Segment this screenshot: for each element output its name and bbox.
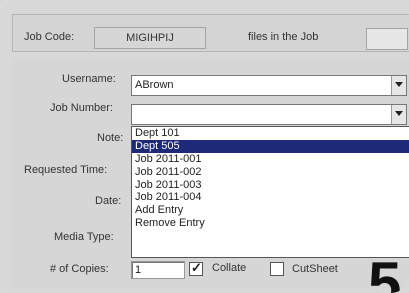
files-in-job-label: files in the Job: [248, 31, 319, 43]
job-number-dropdown-list[interactable]: Dept 101 Dept 505 Job 2011-001 Job 2011-…: [131, 126, 409, 258]
list-item[interactable]: Job 2011-002: [132, 166, 409, 179]
job-number-dropdown-arrow-icon[interactable]: [391, 105, 406, 124]
copies-label: # of Copies:: [50, 263, 109, 275]
screen-photo: Job Code: MIGIHPIJ files in the Job User…: [0, 0, 409, 293]
job-number-label: Job Number:: [50, 102, 113, 114]
requested-time-label: Requested Time:: [24, 164, 108, 176]
cutsheet-checkbox[interactable]: [270, 262, 284, 276]
job-code-label: Job Code:: [24, 31, 75, 43]
media-type-label: Media Type:: [54, 231, 114, 243]
username-combo[interactable]: ABrown: [131, 75, 407, 96]
list-item-selected[interactable]: Dept 505: [132, 139, 409, 153]
job-code-field: MIGIHPIJ: [94, 27, 206, 49]
job-number-combo[interactable]: [131, 104, 407, 125]
copies-value: 1: [135, 264, 142, 276]
list-item[interactable]: Job 2011-001: [132, 153, 409, 166]
cutsheet-label: CutSheet: [292, 263, 338, 275]
list-item[interactable]: Job 2011-003: [132, 179, 409, 192]
username-label: Username:: [62, 73, 116, 85]
checkmark-icon: ✓: [191, 260, 202, 275]
collate-label: Collate: [212, 262, 247, 274]
list-item[interactable]: Job 2011-004: [132, 191, 409, 204]
username-dropdown-arrow-icon[interactable]: [391, 76, 406, 95]
date-label: Date:: [95, 195, 122, 207]
files-count-field: [366, 28, 408, 50]
note-label: Note:: [97, 132, 124, 144]
list-item-add-entry[interactable]: Add Entry: [132, 204, 409, 217]
list-item[interactable]: Dept 101: [132, 127, 409, 140]
collate-checkbox[interactable]: ✓: [189, 260, 203, 276]
copies-input[interactable]: 1: [131, 261, 185, 279]
corner-number-glyph: 5: [368, 250, 402, 293]
list-item-remove-entry[interactable]: Remove Entry: [132, 217, 409, 230]
username-value: ABrown: [135, 79, 174, 91]
